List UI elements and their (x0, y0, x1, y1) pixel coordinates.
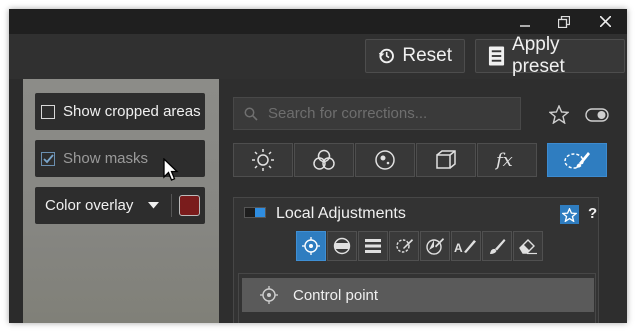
eraser-icon (519, 239, 537, 255)
sun-icon (252, 149, 274, 171)
eraser-tool[interactable] (513, 231, 543, 261)
auto-mask-icon (396, 239, 413, 253)
fx-category-tab[interactable]: fx (477, 143, 537, 177)
minimize-button[interactable] (507, 9, 543, 34)
close-icon (599, 16, 611, 27)
light-category-tab[interactable] (233, 143, 293, 177)
restore-button[interactable] (546, 9, 582, 34)
local-adjustments-section: Local Adjustments ? A Control point (233, 197, 599, 323)
show-masks-label: Show masks (63, 150, 149, 167)
close-button[interactable] (587, 9, 623, 34)
top-toolbar: Reset Apply preset (9, 34, 627, 79)
overlay-color-swatch[interactable] (179, 195, 200, 216)
help-button[interactable]: ? (588, 205, 597, 222)
image-preview[interactable]: Show cropped areas Show masks Color over… (9, 79, 219, 323)
search-input[interactable] (266, 104, 500, 123)
color-picker-icon (426, 238, 444, 255)
divider (171, 194, 172, 217)
brush-icon (490, 239, 506, 254)
color-picker-tool[interactable] (420, 231, 450, 261)
checkbox-checked[interactable] (41, 151, 55, 166)
app-window: Reset Apply preset Show cropped areas Sh… (9, 9, 627, 323)
star-icon (562, 207, 577, 222)
graduated-filter-icon (333, 237, 351, 255)
reset-button[interactable]: Reset (365, 39, 465, 73)
restore-icon (558, 15, 570, 28)
apply-preset-button[interactable]: Apply preset (475, 34, 625, 77)
control-point-icon (260, 286, 278, 304)
color-category-tab[interactable] (294, 143, 354, 177)
corrections-panel: fx Local Adjustments ? (219, 79, 627, 323)
local-adjustments-category-tab[interactable] (547, 143, 607, 177)
text-brush-icon: A (454, 240, 476, 255)
apply-preset-label: Apply preset (512, 34, 565, 77)
fx-icon: fx (495, 150, 513, 171)
title-bar (9, 9, 627, 34)
geometry-category-tab[interactable] (416, 143, 476, 177)
detail-lens-icon (375, 150, 395, 170)
text-brush-tool[interactable]: A (451, 231, 481, 261)
lines-icon (365, 239, 381, 253)
line-mask-tool[interactable] (358, 231, 388, 261)
detail-category-tab[interactable] (355, 143, 415, 177)
favorite-section-button[interactable] (560, 205, 579, 224)
dropdown-arrow-icon[interactable] (148, 202, 159, 209)
checkbox-unchecked[interactable] (41, 104, 55, 119)
show-masks-toggle[interactable]: Show masks (35, 140, 205, 181)
control-point-label: Control point (293, 286, 379, 304)
correction-categories: fx (233, 143, 607, 177)
toggle-switch-icon[interactable] (585, 108, 609, 122)
show-cropped-label: Show cropped areas (63, 103, 201, 120)
cube-icon (436, 150, 456, 169)
star-icon[interactable] (549, 105, 569, 124)
checkmark-icon (42, 153, 54, 163)
brush-tool[interactable] (482, 231, 512, 261)
section-title: Local Adjustments (276, 205, 406, 222)
color-circles-icon (313, 149, 335, 170)
search-box[interactable] (233, 97, 521, 130)
preset-list-icon (488, 46, 505, 66)
control-point-tool[interactable] (296, 231, 326, 261)
show-cropped-areas-toggle[interactable]: Show cropped areas (35, 93, 205, 130)
control-point-list-item[interactable]: Control point (242, 278, 594, 312)
svg-text:A: A (454, 241, 463, 255)
minimize-icon (520, 24, 530, 27)
color-overlay-dropdown[interactable]: Color overlay (45, 197, 133, 214)
control-point-icon (302, 237, 320, 255)
mouse-cursor-icon (163, 158, 179, 181)
auto-mask-tool[interactable] (389, 231, 419, 261)
svg-text:fx: fx (495, 150, 513, 171)
reset-label: Reset (402, 45, 452, 66)
local-tools: A (296, 231, 544, 263)
history-icon (378, 48, 394, 64)
graduated-filter-tool[interactable] (327, 231, 357, 261)
section-enable-toggle[interactable] (244, 207, 266, 218)
brush-mask-icon (564, 152, 590, 169)
search-icon (244, 107, 258, 121)
color-overlay-control: Color overlay (35, 187, 205, 224)
